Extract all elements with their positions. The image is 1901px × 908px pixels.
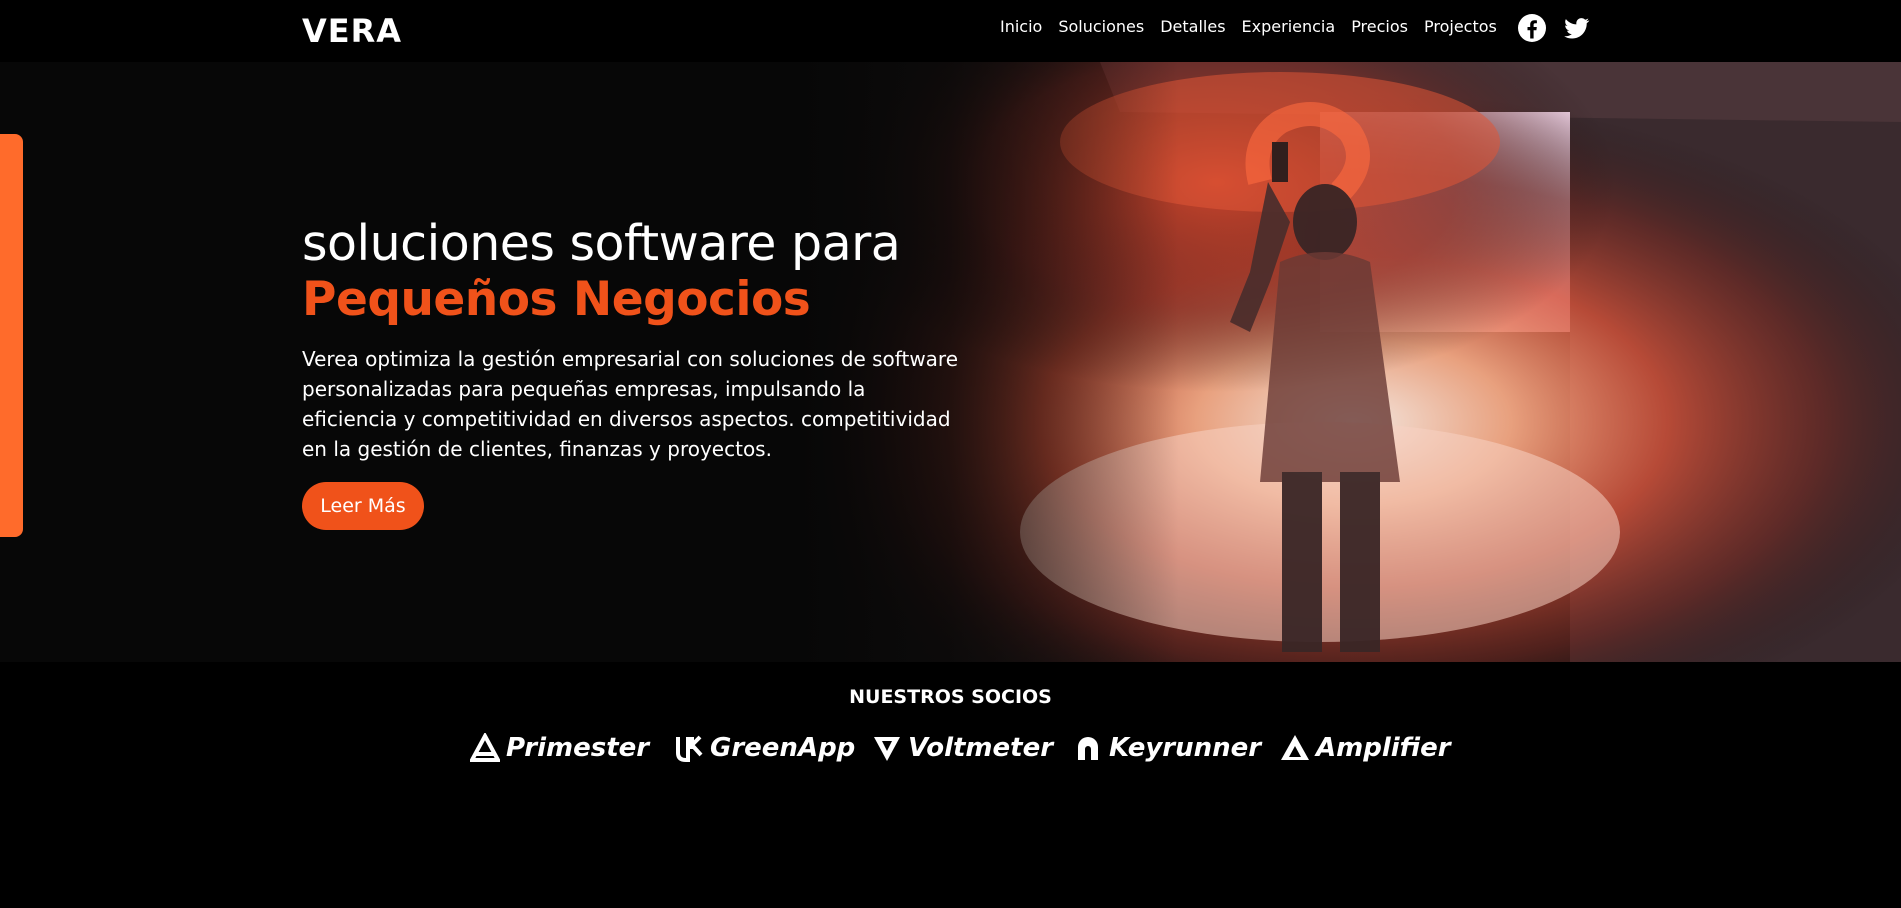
nav-link-soluciones[interactable]: Soluciones <box>1058 17 1144 36</box>
twitter-icon[interactable] <box>1561 13 1591 43</box>
side-accent-tab[interactable] <box>0 134 23 537</box>
keyrunner-icon <box>1078 737 1098 760</box>
partners-section: NUESTROS SOCIOS Primester GreenApp Voltm… <box>0 662 1901 908</box>
nav-link-experiencia[interactable]: Experiencia <box>1242 17 1336 36</box>
facebook-icon[interactable] <box>1517 13 1547 43</box>
amplifier-icon <box>1281 735 1309 760</box>
hero-title: soluciones software para <box>302 215 901 272</box>
nav-link-inicio[interactable]: Inicio <box>1000 17 1042 36</box>
partner-name-greenapp: GreenApp <box>710 733 856 763</box>
greenapp-icon <box>676 735 703 762</box>
navbar: VERA Inicio Soluciones Detalles Experien… <box>0 0 1901 62</box>
hero-highlight: Pequeños Negocios <box>302 272 811 327</box>
leer-mas-button[interactable]: Leer Más <box>302 482 424 530</box>
main-navigation: Inicio Soluciones Detalles Experiencia P… <box>1000 0 1497 52</box>
nav-link-detalles[interactable]: Detalles <box>1160 17 1225 36</box>
partners-title: NUESTROS SOCIOS <box>849 686 1052 708</box>
vera-logo[interactable]: VERA <box>302 12 404 46</box>
partner-name-keyrunner: Keyrunner <box>1109 733 1262 763</box>
partner-name-voltmeter: Voltmeter <box>908 733 1054 763</box>
hero-content: soluciones software para Pequeños Negoci… <box>302 216 982 530</box>
nav-link-precios[interactable]: Precios <box>1351 17 1408 36</box>
partner-name-primester: Primester <box>506 733 650 763</box>
primester-icon <box>470 733 500 762</box>
hero-description: Verea optimiza la gestión empresarial co… <box>302 347 959 461</box>
hero-section: soluciones software para Pequeños Negoci… <box>0 62 1901 662</box>
voltmeter-icon <box>874 737 900 761</box>
nav-link-projectos[interactable]: Projectos <box>1424 17 1497 36</box>
partner-logo-amplifier[interactable]: Amplifier <box>1280 732 1451 764</box>
partner-logo-primester[interactable]: Primester <box>470 732 649 764</box>
logo-text: VERA <box>302 12 402 46</box>
partner-logo-greenapp[interactable]: GreenApp <box>674 732 855 764</box>
partner-logo-keyrunner[interactable]: Keyrunner <box>1073 732 1261 764</box>
partner-logo-voltmeter[interactable]: Voltmeter <box>872 732 1053 764</box>
partner-name-amplifier: Amplifier <box>1316 733 1451 763</box>
